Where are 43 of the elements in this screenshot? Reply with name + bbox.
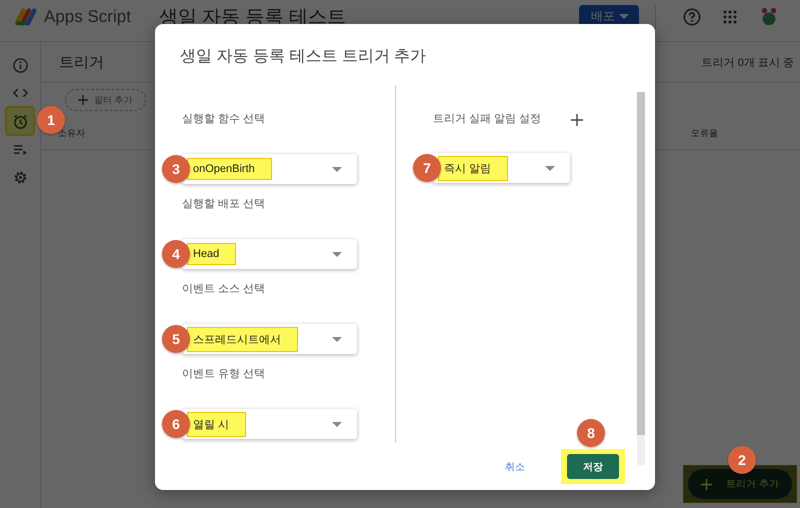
- step-badge: 3: [162, 155, 190, 183]
- help-icon[interactable]: [683, 8, 701, 26]
- dropdown[interactable]: Head: [182, 239, 357, 269]
- step-badge: 4: [162, 240, 190, 268]
- save-button[interactable]: 저장: [567, 454, 619, 479]
- dropdown[interactable]: 스프레드시트에서: [182, 324, 357, 354]
- scrollbar[interactable]: [637, 92, 645, 465]
- sidebar-item[interactable]: [7, 108, 33, 134]
- field-label: 트리거 실패 알림 설정: [433, 112, 542, 127]
- apps-grid-icon[interactable]: [723, 10, 737, 24]
- column-header: 오류율: [691, 126, 718, 140]
- dropdown[interactable]: 즉시 알림: [433, 153, 570, 183]
- caret-icon: [619, 14, 629, 19]
- step-badge: 6: [162, 410, 190, 438]
- code-icon: [12, 88, 28, 98]
- step-badge: 7: [413, 154, 441, 182]
- app-name: Apps Script: [44, 6, 131, 26]
- caret-icon: [332, 336, 342, 342]
- field-label: 실행할 함수 선택: [182, 112, 266, 127]
- cancel-button[interactable]: 취소: [499, 458, 531, 474]
- plus-icon[interactable]: [571, 114, 584, 126]
- field-label: 실행할 배포 선택: [182, 197, 266, 212]
- caret-icon: [545, 166, 555, 170]
- caret-icon: [332, 422, 342, 426]
- dropdown[interactable]: 열릴 시: [182, 409, 357, 439]
- alarm-clock-icon: [12, 114, 28, 128]
- step-badge: 2: [728, 446, 756, 474]
- caret-icon: [332, 252, 342, 256]
- trigger-count: 트리거 0개 표시 중: [702, 56, 794, 70]
- info-icon: [12, 58, 28, 72]
- step-badge: 8: [577, 419, 605, 447]
- field-label: 이벤트 유형 선택: [182, 367, 266, 382]
- avatar-icon[interactable]: [759, 6, 779, 28]
- caret-icon: [332, 166, 342, 172]
- plus-icon: [701, 478, 712, 490]
- list-play-icon: [12, 144, 28, 154]
- field-label: 이벤트 소스 선택: [182, 282, 266, 297]
- plus-icon: [78, 95, 88, 105]
- settings-icon: [12, 170, 28, 184]
- step-badge: 5: [162, 325, 190, 353]
- page-heading: 트리거: [59, 52, 104, 72]
- dialog-title: 생일 자동 등록 테스트 트리거 추가: [179, 47, 428, 67]
- dropdown[interactable]: onOpenBirth: [182, 154, 357, 184]
